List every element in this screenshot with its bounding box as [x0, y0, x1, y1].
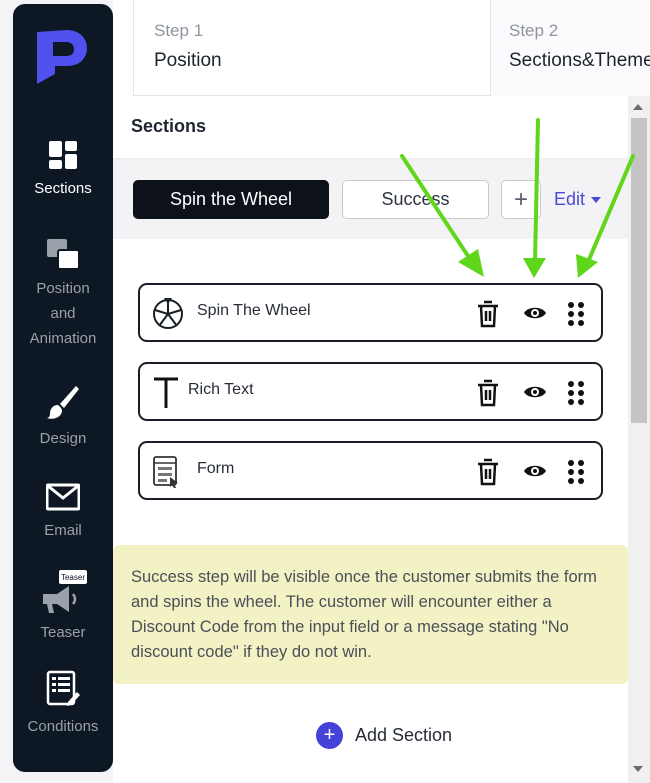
scrollbar[interactable]	[628, 96, 650, 783]
sidebar-item-email[interactable]: Email	[13, 482, 113, 543]
brand-logo	[37, 30, 87, 84]
sidebar-item-label: Position and Animation	[29, 280, 97, 347]
section-row-rich-text[interactable]: Rich Text	[138, 362, 603, 421]
step-number: Step 2	[509, 21, 559, 40]
sidebar: Sections Position and Animation Design E…	[13, 4, 113, 772]
step-title: Sections&Theme	[509, 50, 650, 71]
sidebar-item-label: Email	[44, 522, 82, 539]
eye-icon[interactable]	[523, 304, 547, 322]
edit-label: Edit	[554, 189, 586, 209]
scroll-thumb[interactable]	[631, 118, 647, 423]
step-sections-theme[interactable]: Step 2 Sections&Theme	[491, 0, 650, 96]
sidebar-item-design[interactable]: Design	[13, 384, 113, 451]
wheel-icon	[153, 298, 183, 329]
form-icon	[153, 456, 178, 488]
megaphone-icon: Teaser	[43, 570, 87, 613]
section-label: Spin The Wheel	[197, 302, 311, 319]
drag-handle-icon[interactable]	[567, 379, 585, 407]
trash-icon[interactable]	[476, 458, 500, 486]
sidebar-item-conditions[interactable]: Conditions	[13, 670, 113, 739]
text-t-icon	[154, 377, 178, 408]
teaser-badge: Teaser	[61, 573, 85, 582]
brush-icon	[47, 386, 79, 419]
sidebar-item-position[interactable]: Position and Animation	[13, 238, 113, 351]
sidebar-item-label: Design	[39, 430, 87, 447]
tab-success[interactable]: Success	[342, 180, 489, 219]
chevron-down-icon	[591, 197, 602, 204]
app-root: Sections Position and Animation Design E…	[0, 0, 650, 783]
steps-header: Step 1 Position Step 2 Sections&Theme	[113, 0, 650, 96]
add-section-button[interactable]: + Add Section	[316, 720, 452, 750]
step-title: Position	[154, 50, 222, 71]
trash-icon[interactable]	[476, 300, 500, 328]
panel-header: Sections	[113, 96, 628, 159]
eye-icon[interactable]	[523, 462, 547, 480]
step-tabs: Spin the Wheel Success + Edit	[113, 159, 628, 239]
sidebar-item-label: Teaser	[40, 624, 86, 641]
add-section-label: Add Section	[355, 724, 453, 745]
section-label: Form	[197, 460, 235, 477]
row-actions	[476, 458, 586, 486]
position-icon	[47, 239, 80, 270]
step-position[interactable]: Step 1 Position	[133, 0, 491, 96]
step-number: Step 1	[154, 21, 204, 40]
sidebar-item-sections[interactable]: Sections	[13, 140, 113, 201]
sections-panel: Sections Spin the Wheel Success + Edit S…	[113, 96, 628, 783]
tab-spin-the-wheel[interactable]: Spin the Wheel	[133, 180, 329, 219]
row-actions	[476, 300, 586, 328]
success-notice: Success step will be visible once the cu…	[113, 545, 628, 684]
section-row-form[interactable]: Form	[138, 441, 603, 500]
envelope-icon	[46, 483, 80, 511]
eye-icon[interactable]	[523, 383, 547, 401]
trash-icon[interactable]	[476, 379, 500, 407]
panel-title: Sections	[131, 116, 207, 136]
scroll-down-arrow-icon[interactable]	[633, 766, 643, 772]
edit-dropdown[interactable]: Edit	[554, 189, 602, 210]
add-tab-button[interactable]: +	[501, 180, 541, 219]
sidebar-item-teaser[interactable]: Teaser Teaser	[13, 570, 113, 645]
section-row-spin-the-wheel[interactable]: Spin The Wheel	[138, 283, 603, 342]
sidebar-item-label: Conditions	[27, 718, 99, 735]
row-actions	[476, 379, 586, 407]
document-icon	[46, 670, 80, 706]
scroll-up-arrow-icon[interactable]	[633, 104, 643, 110]
section-label: Rich Text	[188, 381, 254, 398]
sidebar-item-label: Sections	[34, 180, 92, 197]
drag-handle-icon[interactable]	[567, 300, 585, 328]
sections-icon	[49, 141, 77, 169]
plus-icon: +	[316, 721, 343, 749]
drag-handle-icon[interactable]	[567, 458, 585, 486]
